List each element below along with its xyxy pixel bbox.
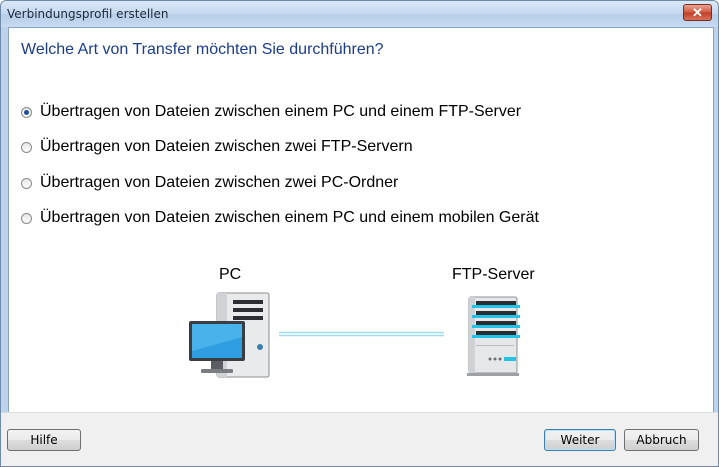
- next-button[interactable]: Weiter: [544, 429, 616, 451]
- server-icon: [467, 296, 520, 376]
- radio-ftp-ftp[interactable]: [21, 141, 32, 153]
- option-ftp-ftp[interactable]: Übertragen von Dateien zwischen zwei FTP…: [21, 137, 413, 157]
- option-pc-ftp[interactable]: Übertragen von Dateien zwischen einem PC…: [21, 102, 521, 122]
- option-label: Übertragen von Dateien zwischen einem PC…: [40, 103, 522, 120]
- window-title: Verbindungsprofil erstellen: [7, 7, 169, 21]
- computer-icon: [189, 292, 270, 378]
- pc-label: PC: [219, 266, 242, 283]
- title-bar[interactable]: Verbindungsprofil erstellen ✕: [1, 1, 718, 27]
- option-label: Übertragen von Dateien zwischen zwei FTP…: [40, 138, 413, 155]
- close-icon: ✕: [692, 5, 703, 20]
- page-heading: Welche Art von Transfer möchten Sie durc…: [21, 41, 384, 58]
- radio-pc-pc[interactable]: [21, 177, 32, 189]
- option-pc-mobile[interactable]: Übertragen von Dateien zwischen einem PC…: [21, 208, 539, 228]
- radio-pc-mobile[interactable]: [21, 212, 32, 224]
- option-label: Übertragen von Dateien zwischen zwei PC-…: [40, 174, 399, 191]
- ftp-server-label: FTP-Server: [452, 266, 535, 283]
- button-bar: Hilfe Weiter Abbruch: [1, 412, 718, 466]
- content-panel: Welche Art von Transfer möchten Sie durc…: [8, 27, 714, 413]
- cancel-button[interactable]: Abbruch: [624, 429, 699, 451]
- option-label: Übertragen von Dateien zwischen einem PC…: [40, 209, 539, 226]
- help-button[interactable]: Hilfe: [7, 429, 81, 451]
- option-pc-pc[interactable]: Übertragen von Dateien zwischen zwei PC-…: [21, 173, 398, 193]
- radio-pc-ftp[interactable]: [21, 106, 32, 118]
- connection-line: [279, 331, 444, 337]
- dialog-window: Verbindungsprofil erstellen ✕ Welche Art…: [0, 0, 719, 467]
- close-button[interactable]: ✕: [683, 4, 712, 21]
